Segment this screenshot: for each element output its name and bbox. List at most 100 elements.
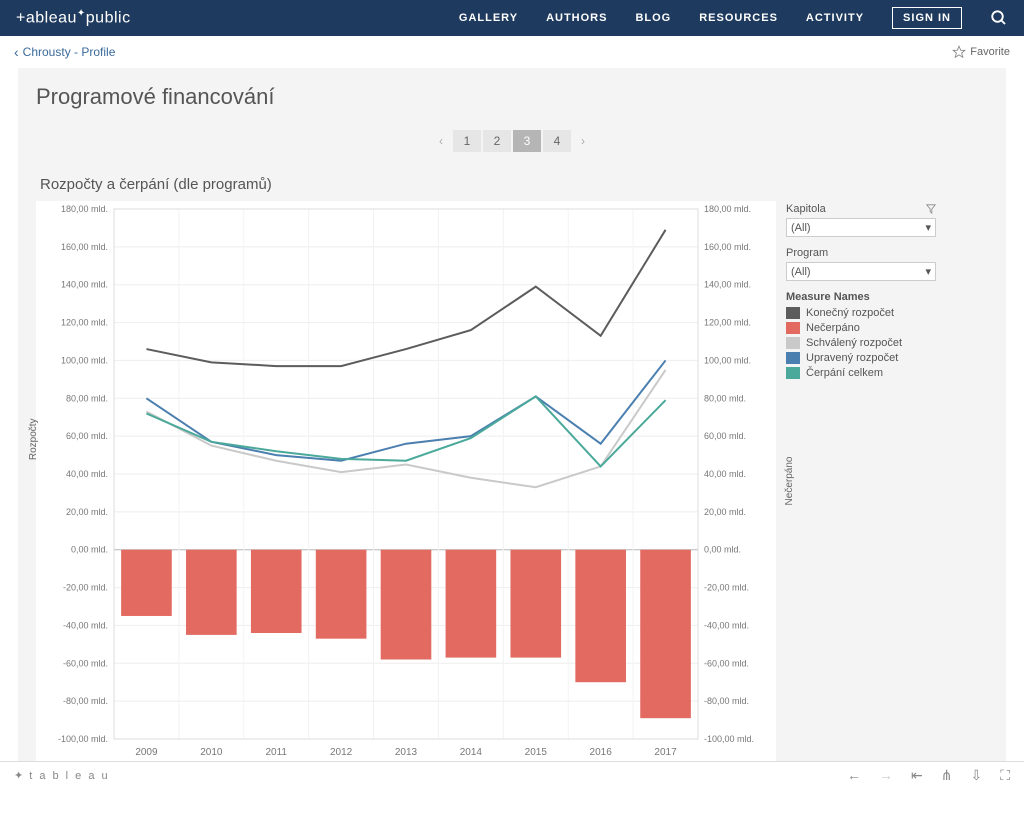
filter-kapitola-select[interactable]: (All)▾ [786, 218, 936, 237]
logo-plus: ✦ [77, 8, 86, 19]
legend-upraveny[interactable]: Upravený rozpočet [786, 352, 936, 364]
svg-text:80,00 mld.: 80,00 mld. [66, 393, 108, 403]
favorite-button[interactable]: Favorite [952, 45, 1010, 59]
svg-text:2016: 2016 [590, 747, 613, 758]
chevron-down-icon: ▾ [925, 265, 931, 278]
pager: ‹ 1 2 3 4 › [36, 130, 988, 152]
svg-text:-80,00 mld.: -80,00 mld. [63, 696, 108, 706]
svg-text:120,00 mld.: 120,00 mld. [704, 318, 751, 328]
svg-text:0,00 mld.: 0,00 mld. [71, 545, 108, 555]
undo-icon[interactable]: ← [847, 767, 861, 784]
legend-swatch [786, 337, 800, 349]
breadcrumb-link[interactable]: Chrousty - Profile [23, 45, 116, 59]
star-icon [952, 45, 966, 59]
logo-text-1: +ableau [16, 10, 77, 27]
legend-swatch [786, 352, 800, 364]
svg-text:-40,00 mld.: -40,00 mld. [63, 620, 108, 630]
svg-text:2014: 2014 [460, 747, 483, 758]
chart-row: 180,00 mld. 180,00 mld. 160,00 mld. 160,00 … [36, 201, 988, 761]
nav-resources[interactable]: RESOURCES [699, 12, 778, 24]
svg-text:60,00 mld.: 60,00 mld. [704, 431, 746, 441]
svg-text:180,00 mld.: 180,00 mld. [61, 204, 108, 214]
svg-text:120,00 mld.: 120,00 mld. [61, 318, 108, 328]
svg-text:-60,00 mld.: -60,00 mld. [704, 658, 749, 668]
chart-title: Rozpočty a čerpání (dle programů) [40, 176, 988, 193]
svg-text:-20,00 mld.: -20,00 mld. [63, 583, 108, 593]
legend-konecny[interactable]: Konečný rozpočet [786, 307, 936, 319]
y-axis-right-label: Nečerpáno [784, 457, 795, 506]
svg-text:160,00 mld.: 160,00 mld. [61, 242, 108, 252]
reset-icon[interactable]: ⇤ [911, 767, 923, 784]
viz-container: Programové financování ‹ 1 2 3 4 › Rozpo… [18, 68, 1006, 761]
pager-1[interactable]: 1 [453, 130, 481, 152]
search-icon[interactable] [990, 9, 1008, 27]
legend-cerpani[interactable]: Čerpání celkem [786, 367, 936, 379]
svg-text:100,00 mld.: 100,00 mld. [704, 355, 751, 365]
svg-text:-80,00 mld.: -80,00 mld. [704, 696, 749, 706]
svg-text:-20,00 mld.: -20,00 mld. [704, 583, 749, 593]
svg-text:140,00 mld.: 140,00 mld. [61, 280, 108, 290]
svg-text:20,00 mld.: 20,00 mld. [66, 507, 108, 517]
svg-text:60,00 mld.: 60,00 mld. [66, 431, 108, 441]
nav-blog[interactable]: BLOG [635, 12, 671, 24]
logo-text-2: public [86, 10, 131, 27]
svg-text:160,00 mld.: 160,00 mld. [704, 242, 751, 252]
svg-text:2017: 2017 [654, 747, 677, 758]
viz-toolbar: ✦t a b l e a u ← → ⇤ ⋔ ⇩ ⛶ [0, 761, 1024, 789]
viz-title: Programové financování [36, 84, 988, 110]
pager-2[interactable]: 2 [483, 130, 511, 152]
svg-text:0,00 mld.: 0,00 mld. [704, 545, 741, 555]
y-axis-left-label: Rozpočty [28, 418, 39, 460]
main-nav: GALLERY AUTHORS BLOG RESOURCES ACTIVITY … [459, 7, 1008, 29]
toolbar-icons: ← → ⇤ ⋔ ⇩ ⛶ [847, 767, 1010, 784]
fullscreen-icon[interactable]: ⛶ [1000, 767, 1010, 784]
svg-text:2012: 2012 [330, 747, 353, 758]
svg-text:2015: 2015 [525, 747, 548, 758]
nav-gallery[interactable]: GALLERY [459, 12, 518, 24]
svg-text:100,00 mld.: 100,00 mld. [61, 355, 108, 365]
tableau-logo-small[interactable]: ✦t a b l e a u [14, 769, 110, 782]
filter-program-label: Program [786, 247, 936, 259]
app-header: +ableau✦public GALLERY AUTHORS BLOG RESO… [0, 0, 1024, 36]
svg-text:2011: 2011 [265, 747, 287, 758]
pager-prev[interactable]: ‹ [431, 130, 451, 152]
filter-kapitola-label: Kapitola [786, 203, 936, 215]
chart-svg: 180,00 mld. 180,00 mld. 160,00 mld. 160,00 … [36, 201, 776, 761]
svg-text:40,00 mld.: 40,00 mld. [66, 469, 108, 479]
breadcrumb-bar: ‹ Chrousty - Profile Favorite [0, 36, 1024, 68]
back-caret-icon[interactable]: ‹ [14, 44, 19, 60]
logo[interactable]: +ableau✦public [16, 8, 131, 27]
share-icon[interactable]: ⋔ [941, 767, 953, 784]
pager-3[interactable]: 3 [513, 130, 541, 152]
svg-text:2009: 2009 [135, 747, 158, 758]
nav-activity[interactable]: ACTIVITY [806, 12, 864, 24]
chevron-down-icon: ▾ [925, 221, 931, 234]
svg-text:2013: 2013 [395, 747, 418, 758]
legend-swatch [786, 307, 800, 319]
legend-necerpano[interactable]: Nečerpáno [786, 322, 936, 334]
svg-text:2010: 2010 [200, 747, 223, 758]
filter-program-select[interactable]: (All)▾ [786, 262, 936, 281]
favorite-label: Favorite [970, 46, 1010, 58]
legend-swatch [786, 322, 800, 334]
svg-text:-100,00 mld.: -100,00 mld. [58, 734, 108, 744]
legend-schvaleny[interactable]: Schválený rozpočet [786, 337, 936, 349]
svg-text:180,00 mld.: 180,00 mld. [704, 204, 751, 214]
svg-text:20,00 mld.: 20,00 mld. [704, 507, 746, 517]
nav-authors[interactable]: AUTHORS [546, 12, 607, 24]
download-icon[interactable]: ⇩ [970, 767, 982, 784]
pager-4[interactable]: 4 [543, 130, 571, 152]
redo-icon[interactable]: → [879, 767, 893, 784]
svg-text:140,00 mld.: 140,00 mld. [704, 280, 751, 290]
legend-title: Measure Names [786, 291, 936, 303]
funnel-icon[interactable] [926, 204, 936, 214]
pager-next[interactable]: › [573, 130, 593, 152]
svg-text:40,00 mld.: 40,00 mld. [704, 469, 746, 479]
svg-text:80,00 mld.: 80,00 mld. [704, 393, 746, 403]
legend-swatch [786, 367, 800, 379]
chart-area[interactable]: 180,00 mld. 180,00 mld. 160,00 mld. 160,00 … [36, 201, 776, 761]
signin-button[interactable]: SIGN IN [892, 7, 962, 29]
svg-text:-40,00 mld.: -40,00 mld. [704, 620, 749, 630]
logo-glyph-icon: ✦ [14, 769, 25, 782]
side-panel: Kapitola (All)▾ Program (All)▾ Measure N… [776, 201, 936, 382]
